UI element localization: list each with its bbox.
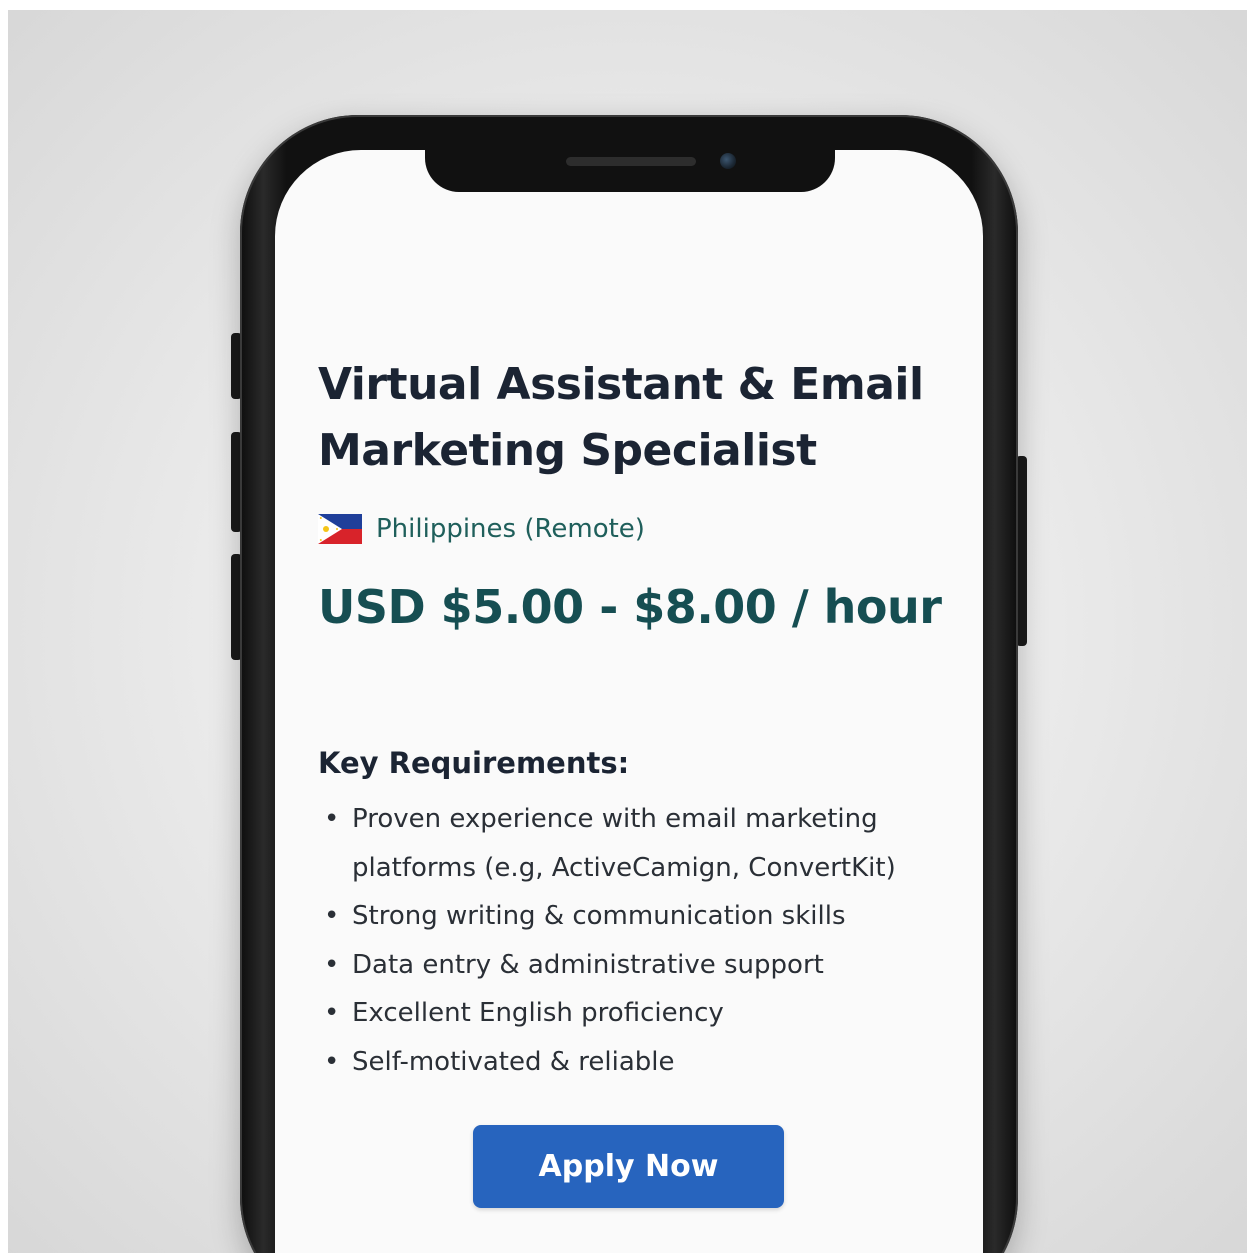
apply-now-button[interactable]: Apply Now xyxy=(473,1125,784,1208)
requirement-item: Proven experience with email marketing p… xyxy=(318,795,958,892)
requirement-item: Excellent English proficiency xyxy=(318,989,958,1038)
phone-screen xyxy=(275,150,983,1253)
speaker-icon xyxy=(566,157,696,166)
job-title: Virtual Assistant & Email Marketing Spec… xyxy=(318,359,924,476)
requirements-list: Proven experience with email marketing p… xyxy=(318,795,958,1086)
job-location: Philippines (Remote) xyxy=(318,514,645,544)
philippines-flag-icon xyxy=(318,514,362,544)
phone-notch xyxy=(425,140,835,192)
salary-range: USD $5.00 - $8.00 / hour xyxy=(318,580,942,634)
requirement-item: Data entry & administrative support xyxy=(318,941,958,990)
requirement-item: Self-motivated & reliable xyxy=(318,1038,958,1087)
location-label: Philippines (Remote) xyxy=(376,514,645,544)
front-camera-icon xyxy=(720,153,736,169)
requirement-item: Strong writing & communication skills xyxy=(318,892,958,941)
requirements-heading: Key Requirements: xyxy=(318,746,630,780)
